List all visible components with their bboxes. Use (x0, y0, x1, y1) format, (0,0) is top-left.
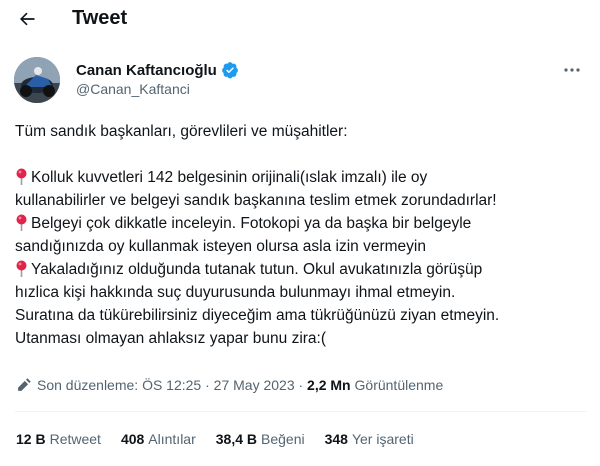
divider (15, 411, 587, 412)
like-count: 38,4 B (215, 431, 258, 447)
more-options-button[interactable] (560, 60, 584, 80)
tweet-line: Suratına da tükürebilirsiniz diyeceğim a… (15, 307, 500, 324)
tweet-line-text: Belgeyi çok dikkatle inceleyin. Fotokopi… (31, 215, 472, 232)
tweet-line: Belgeyi çok dikkatle inceleyin. Fotokopi… (15, 212, 590, 235)
quote-count: 408 (120, 431, 145, 447)
pencil-icon (18, 377, 31, 391)
tweet-line: kullanabilirler ve belgeyi sandık başkan… (15, 192, 497, 209)
bookmark-count: 348 (324, 431, 348, 447)
round-pushpin-icon (16, 260, 27, 277)
views-count: 2,2 Mn (307, 377, 351, 393)
tweet-line: Kolluk kuvvetleri 142 belgesinin orijina… (15, 166, 590, 189)
more-dots-icon (564, 68, 580, 72)
quote-stat[interactable]: 408 Alıntılar (121, 431, 196, 447)
retweet-label: Retweet (49, 431, 101, 447)
retweet-count: 12 B (16, 431, 46, 447)
top-bar: Tweet (0, 0, 600, 40)
bookmark-stat[interactable]: 348 Yer işareti (325, 431, 414, 447)
tweet-text: Tüm sandık başkanları, görevlileri ve mü… (15, 120, 590, 350)
retweet-stat[interactable]: 12 B Retweet (16, 431, 101, 447)
page-title: Tweet (72, 7, 128, 29)
like-label: Beğeni (261, 431, 305, 447)
avatar-image (14, 57, 60, 103)
tweet-line-text: Kolluk kuvvetleri 142 belgesinin orijina… (31, 169, 428, 186)
tweet-stats: 12 B Retweet 408 Alıntılar 38,4 B Beğeni 34… (16, 431, 434, 447)
bookmark-label: Yer işareti (351, 431, 414, 447)
tweet-meta: Son düzenleme: ÖS 12:25 · 27 May 2023 · … (16, 377, 443, 393)
views-label: Görüntülenme (350, 377, 444, 393)
tweet-line: sandığınızda oy kullanmak isteyen olursa… (15, 238, 426, 255)
like-stat[interactable]: 38,4 B Beğeni (216, 431, 305, 447)
edited-timestamp[interactable]: Son düzenleme: ÖS 12:25 · 27 May 2023 · (37, 377, 307, 393)
arrow-left-icon (20, 12, 35, 26)
tweet-line: Utanması olmayan ahlaksız yapar bunu zir… (15, 330, 327, 347)
author-handle[interactable]: @Canan_Kaftanci (76, 81, 190, 97)
tweet-greeting: Tüm sandık başkanları, görevlileri ve mü… (15, 123, 348, 140)
tweet-line-text: Yakaladığınız olduğunda tutanak tutun. O… (31, 261, 483, 278)
quote-label: Alıntılar (148, 431, 196, 447)
verified-badge-icon (221, 62, 238, 79)
round-pushpin-icon (16, 214, 27, 231)
round-pushpin-icon (16, 168, 27, 185)
back-button[interactable] (14, 6, 40, 32)
author-name[interactable]: Canan Kaftancıoğlu (76, 62, 217, 79)
author-name-row[interactable]: Canan Kaftancıoğlu (76, 61, 239, 79)
tweet-line: hızlica kişi hakkında suç duyurusunda bu… (15, 284, 456, 301)
avatar[interactable] (14, 57, 60, 103)
tweet-line: Yakaladığınız olduğunda tutanak tutun. O… (15, 258, 590, 281)
